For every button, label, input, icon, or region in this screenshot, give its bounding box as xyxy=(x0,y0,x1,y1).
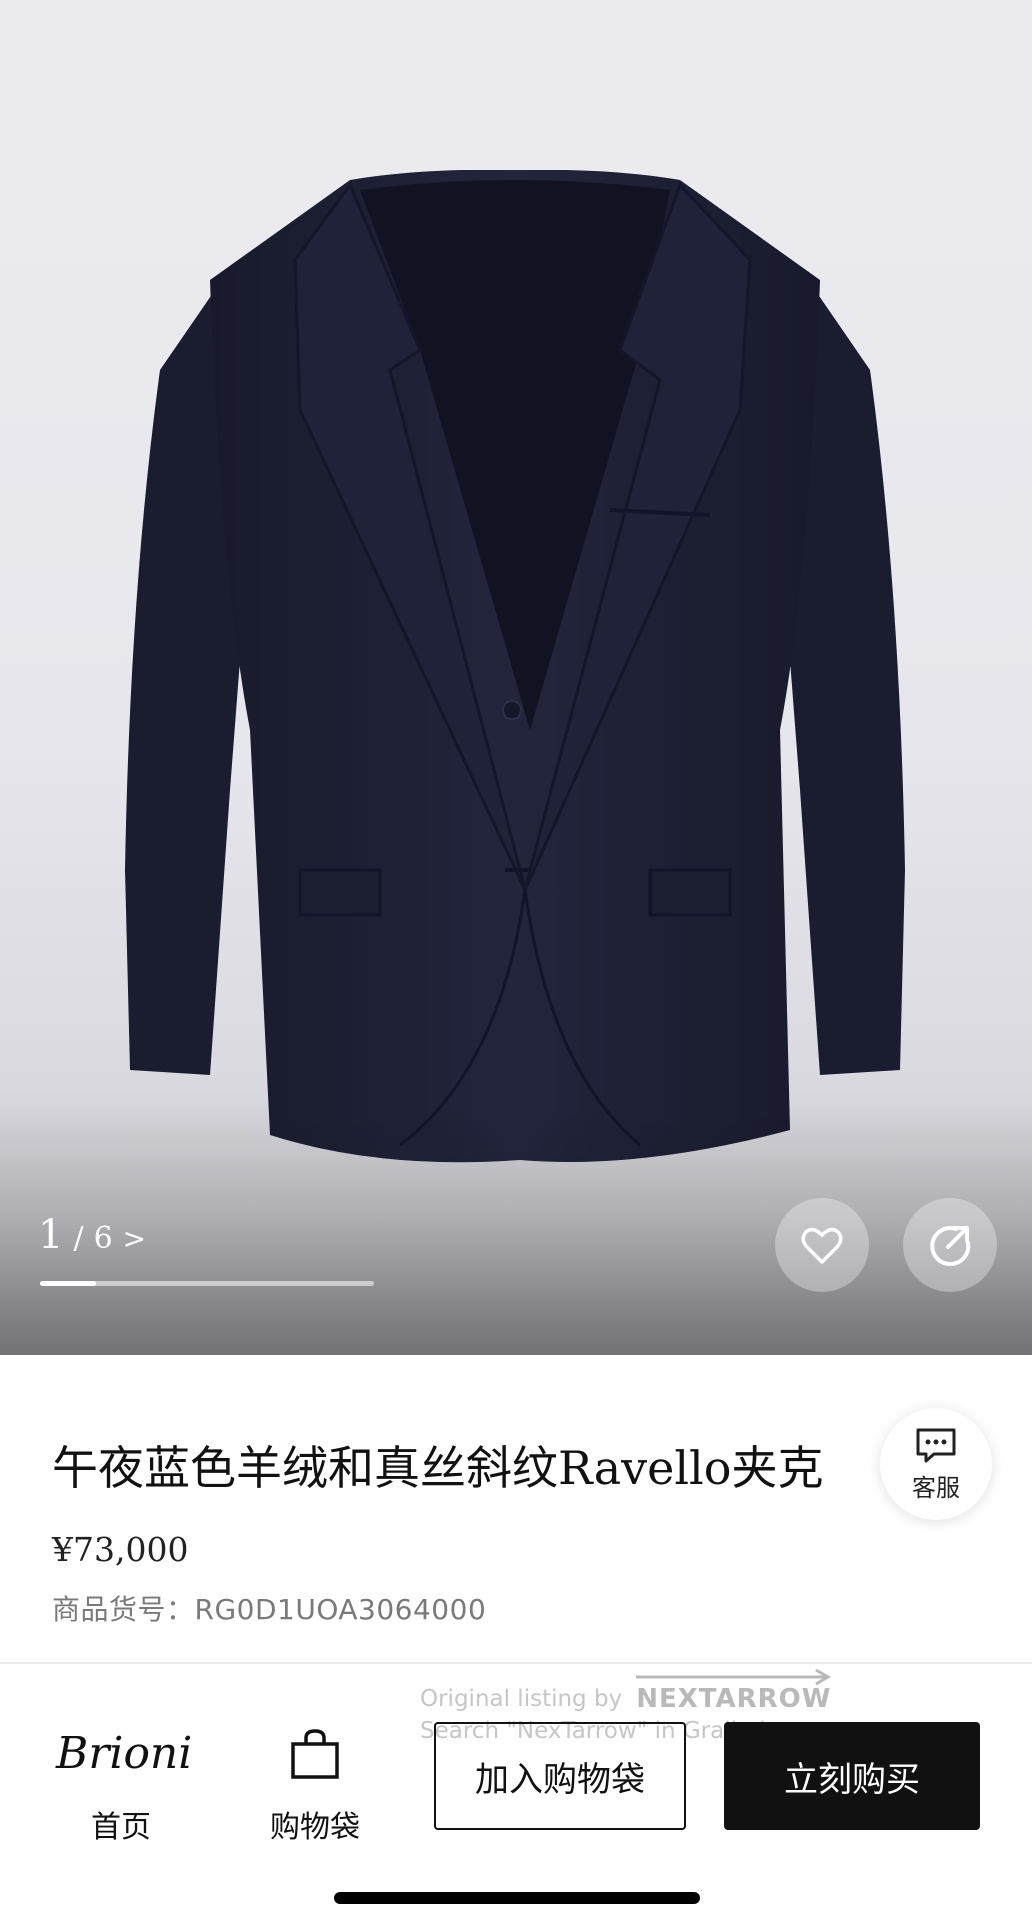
watermark-brand-text: NEXTARROW xyxy=(636,1684,832,1714)
divider xyxy=(0,1662,1032,1664)
product-price: ¥73,000 xyxy=(52,1530,189,1569)
add-to-bag-button[interactable]: 加入购物袋 xyxy=(434,1722,686,1830)
gallery-progress-fill xyxy=(40,1281,96,1286)
arrow-right-icon xyxy=(636,1668,832,1686)
watermark-line-1: Original listing by NEXTARROW xyxy=(420,1668,832,1714)
nav-shopping-bag[interactable]: 购物袋 xyxy=(250,1724,380,1846)
counter-separator: / xyxy=(73,1221,84,1256)
sku-label: 商品货号： xyxy=(52,1593,195,1626)
jacket-image xyxy=(125,170,905,1163)
shopping-bag-icon xyxy=(291,1729,339,1779)
chevron-right-icon: > xyxy=(122,1222,147,1255)
watermark-brand: NEXTARROW xyxy=(636,1668,832,1714)
customer-service-button[interactable]: 客服 xyxy=(880,1408,992,1520)
chat-bubble-icon xyxy=(916,1428,956,1462)
buy-now-button[interactable]: 立刻购买 xyxy=(724,1722,980,1830)
nav-bag-label: 购物袋 xyxy=(270,1810,360,1845)
nav-home-label: 首页 xyxy=(91,1810,151,1845)
counter-current: 1 xyxy=(38,1212,64,1258)
product-sku: 商品货号：RG0D1UOA3064000 xyxy=(52,1588,486,1628)
hero-shade xyxy=(0,1105,1032,1355)
nav-home[interactable]: Brioni 首页 xyxy=(56,1724,193,1846)
counter-total: 6 xyxy=(93,1221,113,1256)
sku-value: RG0D1UOA3064000 xyxy=(194,1593,487,1626)
brand-logo: Brioni xyxy=(56,1728,193,1779)
watermark-text: Original listing by xyxy=(420,1686,623,1712)
product-title: 午夜蓝色羊绒和真丝斜纹Ravello夹克 xyxy=(52,1441,824,1495)
home-indicator[interactable] xyxy=(334,1892,700,1904)
product-image-gallery[interactable]: 1 / 6 > xyxy=(0,0,1032,1355)
share-icon xyxy=(930,1226,971,1267)
heart-icon xyxy=(801,1227,843,1264)
share-button[interactable] xyxy=(903,1198,997,1292)
favorite-button[interactable] xyxy=(775,1198,869,1292)
gallery-progress-bar xyxy=(40,1281,374,1286)
image-counter[interactable]: 1 / 6 > xyxy=(38,1212,146,1258)
customer-service-label: 客服 xyxy=(912,1473,960,1502)
